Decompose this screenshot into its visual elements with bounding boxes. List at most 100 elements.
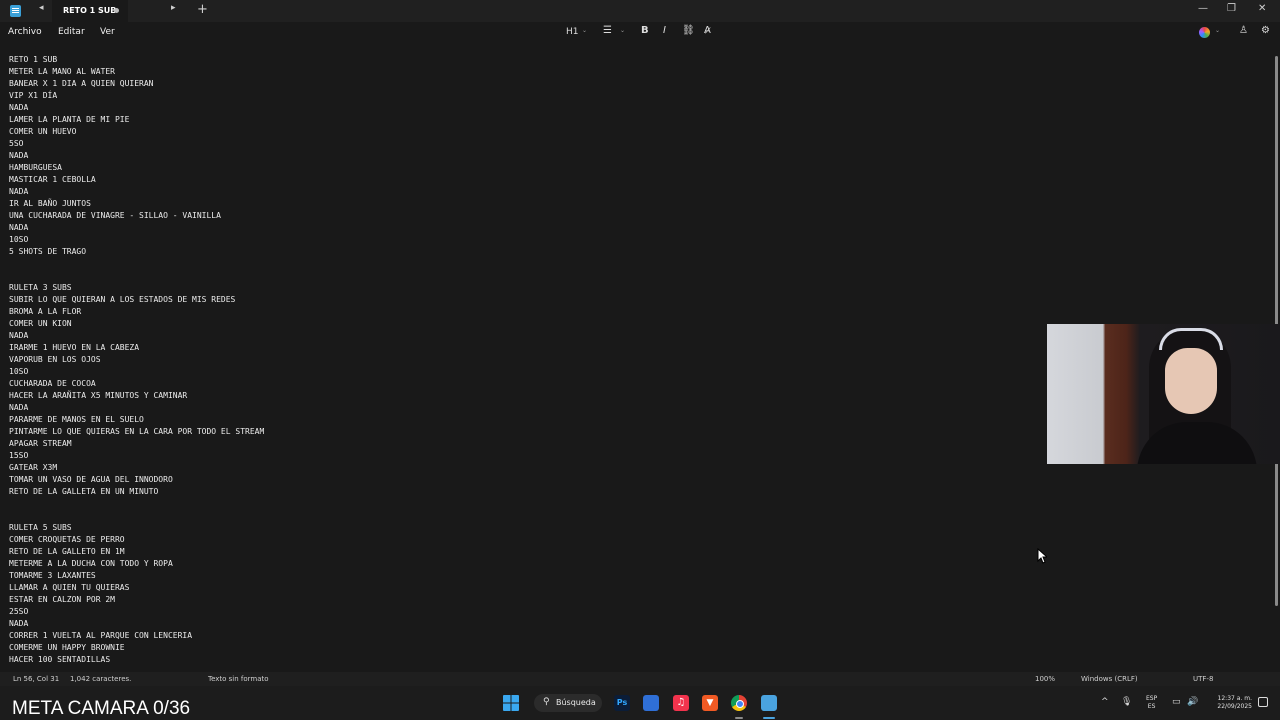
tab-reto-1-sub[interactable]: RETO 1 SUB — [52, 0, 128, 22]
active-app-indicator — [735, 717, 743, 719]
unsaved-dot-icon[interactable] — [114, 8, 119, 13]
windows-start-icon[interactable] — [503, 695, 519, 711]
text-line[interactable]: LAMER LA PLANTA DE MI PIE — [9, 114, 709, 126]
brave-browser-icon[interactable]: ▼ — [702, 695, 718, 711]
text-line[interactable]: CUCHARADA DE COCOA — [9, 378, 709, 390]
clock-time: 12:37 a. m. — [1217, 695, 1252, 702]
menu-archivo[interactable]: Archivo — [8, 27, 42, 37]
list-icon[interactable]: ☰ — [603, 25, 612, 36]
text-line[interactable] — [9, 510, 709, 522]
text-line[interactable]: RULETA 3 SUBS — [9, 282, 709, 294]
taskbar: ⚲ Búsqueda Ps ♫ ▼ ^ 🎙 ESP ES ▭ 🔊 12:37 a… — [0, 686, 1280, 720]
text-line[interactable]: RETO DE LA GALLETO EN 1M — [9, 546, 709, 558]
network-icon[interactable]: ▭ — [1172, 697, 1181, 707]
text-line[interactable]: COMER CROQUETAS DE PERRO — [9, 534, 709, 546]
zoom-level[interactable]: 100% — [1035, 675, 1055, 683]
text-line[interactable]: RULETA 5 SUBS — [9, 522, 709, 534]
minimize-button[interactable]: — — [1198, 3, 1208, 14]
language-indicator[interactable]: ESP ES — [1146, 695, 1157, 711]
text-line[interactable]: IRARME 1 HUEVO EN LA CABEZA — [9, 342, 709, 354]
text-line[interactable]: 15SO — [9, 450, 709, 462]
menu-ver[interactable]: Ver — [100, 27, 115, 37]
chevron-down-icon: ⌄ — [620, 27, 626, 34]
text-line[interactable] — [9, 498, 709, 510]
microphone-icon[interactable]: 🎙 — [1121, 697, 1132, 707]
music-app-icon[interactable]: ♫ — [673, 695, 689, 711]
bold-button[interactable]: B — [641, 25, 649, 36]
encoding[interactable]: UTF-8 — [1193, 675, 1213, 683]
text-line[interactable]: NADA — [9, 150, 709, 162]
copilot-icon[interactable] — [1199, 27, 1210, 38]
text-line[interactable]: NADA — [9, 402, 709, 414]
text-line[interactable]: PINTARME LO QUE QUIERAS EN LA CARA POR T… — [9, 426, 709, 438]
text-line[interactable] — [9, 258, 709, 270]
mouse-cursor-icon — [1037, 548, 1047, 564]
text-line[interactable]: HACER LA ARAÑITA X5 MINUTOS Y CAMINAR — [9, 390, 709, 402]
line-ending[interactable]: Windows (CRLF) — [1081, 675, 1138, 683]
text-line[interactable]: NADA — [9, 330, 709, 342]
text-line[interactable]: GATEAR X3M — [9, 462, 709, 474]
store-icon[interactable] — [643, 695, 659, 711]
text-line[interactable]: VIP X1 DÍA — [9, 90, 709, 102]
notifications-icon[interactable] — [1258, 697, 1268, 707]
menu-editar[interactable]: Editar — [58, 27, 85, 37]
search-label: Búsqueda — [556, 698, 596, 707]
text-line[interactable]: IR AL BAÑO JUNTOS — [9, 198, 709, 210]
text-line[interactable]: MASTICAR 1 CEBOLLA — [9, 174, 709, 186]
clock[interactable]: 12:37 a. m. 22/09/2025 — [1208, 695, 1252, 711]
text-line[interactable]: TOMAR UN VASO DE AGUA DEL INNODORO — [9, 474, 709, 486]
text-line[interactable]: TOMARME 3 LAXANTES — [9, 570, 709, 582]
text-line[interactable]: NADA — [9, 618, 709, 630]
format-indicator[interactable]: Texto sin formato — [208, 675, 269, 683]
text-line[interactable]: ESTAR EN CALZON POR 2M — [9, 594, 709, 606]
text-line[interactable]: BROMA A LA FLOR — [9, 306, 709, 318]
text-line[interactable]: SUBIR LO QUE QUIERAN A LOS ESTADOS DE MI… — [9, 294, 709, 306]
text-line[interactable]: RETO DE LA GALLETA EN UN MINUTO — [9, 486, 709, 498]
account-icon[interactable]: ♙ — [1239, 25, 1248, 36]
text-line[interactable]: 10SO — [9, 366, 709, 378]
text-line[interactable]: PARARME DE MANOS EN EL SUELO — [9, 414, 709, 426]
text-line[interactable]: COMER UN KION — [9, 318, 709, 330]
text-line[interactable]: COMER UN HUEVO — [9, 126, 709, 138]
tab-scroll-right-icon[interactable]: ▸ — [171, 3, 176, 13]
webcam-person-face — [1165, 348, 1217, 414]
clear-formatting-icon[interactable]: A̷ — [704, 25, 711, 36]
link-icon[interactable]: ⛓ — [682, 25, 695, 36]
text-line[interactable]: NADA — [9, 222, 709, 234]
text-line[interactable]: CORRER 1 VUELTA AL PARQUE CON LENCERIA — [9, 630, 709, 642]
text-line[interactable]: METER LA MANO AL WATER — [9, 66, 709, 78]
taskbar-search[interactable]: ⚲ Búsqueda — [534, 694, 602, 712]
text-line[interactable]: LLAMAR A QUIEN TU QUIERAS — [9, 582, 709, 594]
text-line[interactable]: HAMBURGUESA — [9, 162, 709, 174]
close-button[interactable]: ✕ — [1258, 3, 1266, 14]
document-text[interactable]: RETO 1 SUB METER LA MANO AL WATER BANEAR X… — [9, 54, 709, 666]
tab-scroll-left-icon[interactable]: ◂ — [39, 3, 44, 13]
text-line[interactable]: 25SO — [9, 606, 709, 618]
new-tab-button[interactable]: + — [197, 2, 208, 17]
text-line[interactable]: NADA — [9, 102, 709, 114]
notepad-taskbar-icon[interactable] — [761, 695, 777, 711]
photoshop-icon[interactable]: Ps — [614, 695, 630, 711]
text-line[interactable]: METERME A LA DUCHA CON TODO Y ROPA — [9, 558, 709, 570]
text-line[interactable]: HACER 100 SENTADILLAS — [9, 654, 709, 666]
text-line[interactable]: NADA — [9, 186, 709, 198]
text-line[interactable]: RETO 1 SUB — [9, 54, 709, 66]
chevron-down-icon[interactable]: ⌄ — [1215, 27, 1220, 34]
text-line[interactable]: 5SO — [9, 138, 709, 150]
volume-icon[interactable]: 🔊 — [1187, 697, 1198, 707]
tray-chevron-icon[interactable]: ^ — [1101, 697, 1109, 707]
text-line[interactable]: COMERME UN HAPPY BROWNIE — [9, 642, 709, 654]
maximize-button[interactable]: ❐ — [1227, 3, 1236, 14]
keyboard-layout: ES — [1147, 703, 1156, 710]
chrome-icon[interactable] — [731, 695, 747, 711]
text-line[interactable] — [9, 270, 709, 282]
text-line[interactable]: UNA CUCHARADA DE VINAGRE - SILLAO - VAIN… — [9, 210, 709, 222]
text-line[interactable]: VAPORUB EN LOS OJOS — [9, 354, 709, 366]
text-line[interactable]: BANEAR X 1 DIA A QUIEN QUIERAN — [9, 78, 709, 90]
text-line[interactable]: 10SO — [9, 234, 709, 246]
heading-dropdown[interactable]: H1 — [566, 27, 579, 37]
text-line[interactable]: APAGAR STREAM — [9, 438, 709, 450]
settings-gear-icon[interactable]: ⚙ — [1261, 25, 1270, 36]
text-line[interactable]: 5 SHOTS DE TRAGO — [9, 246, 709, 258]
italic-button[interactable]: I — [663, 25, 666, 36]
